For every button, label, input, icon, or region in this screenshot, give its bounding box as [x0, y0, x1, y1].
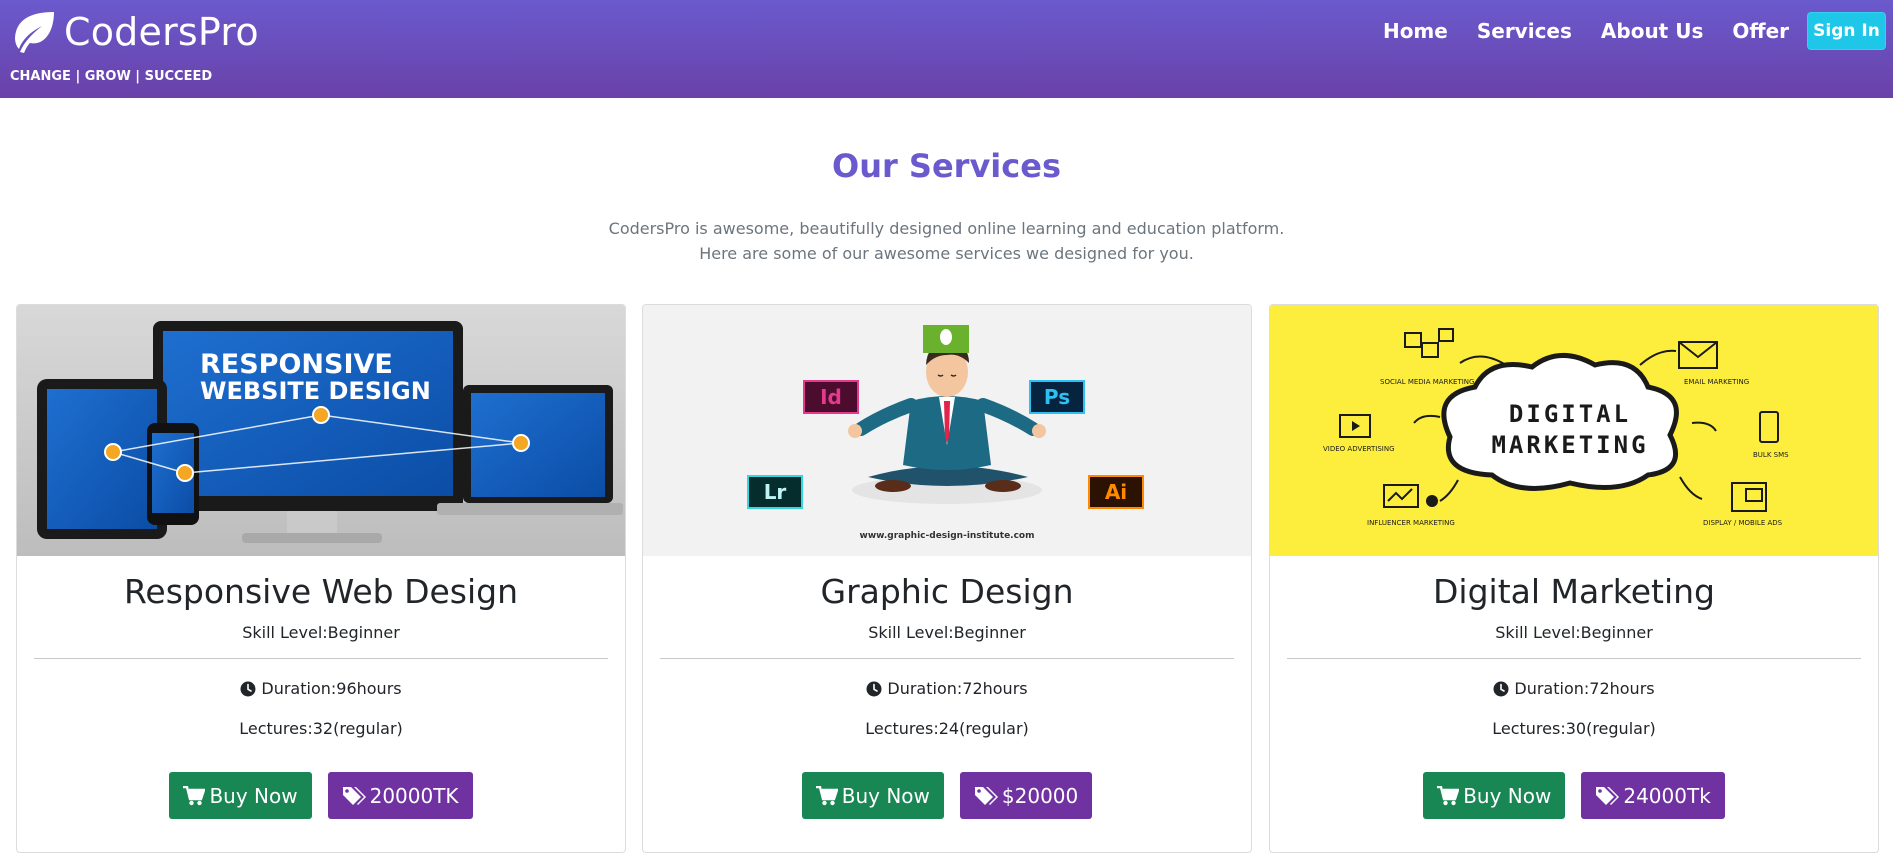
- graphic-design-illustration: Id Ps Lr Ai www.graphic-design-institute…: [643, 305, 1251, 556]
- buy-now-button[interactable]: Buy Now: [1423, 772, 1566, 819]
- skill-level: Skill Level:Beginner: [1495, 623, 1653, 642]
- lectures-text: Lectures:24(regular): [865, 719, 1029, 738]
- site-header: CodersPro CHANGE | GROW | SUCCEED Home S…: [0, 0, 1893, 98]
- duration-row: Duration:96hours: [17, 679, 625, 698]
- card-divider: [34, 658, 608, 659]
- tags-icon: [342, 786, 366, 805]
- headline-line-1: RESPONSIVE: [200, 349, 393, 380]
- buy-now-label: Buy Now: [1463, 783, 1552, 808]
- cloud-line-1: DIGITAL: [1509, 400, 1631, 428]
- card-title: Responsive Web Design: [123, 572, 519, 611]
- clock-icon: [1493, 681, 1509, 696]
- price-label: 20000TK: [369, 783, 459, 808]
- label-display-ads: DISPLAY / MOBILE ADS: [1703, 519, 1783, 527]
- skill-level: Skill Level:Beginner: [242, 623, 400, 642]
- card-actions: Buy Now $20000: [643, 772, 1251, 819]
- headline-line-2: WEBSITE DESIGN: [200, 377, 431, 405]
- main-nav: Home Services About Us Offer Sign In: [1383, 12, 1886, 50]
- section-title: Our Services: [832, 147, 1061, 185]
- service-card-graphic-design: Id Ps Lr Ai www.graphic-design-institute…: [642, 304, 1252, 853]
- digital-marketing-illustration: DIGITAL MARKETING SOCIAL MEDIA MARKETING…: [1270, 305, 1878, 556]
- duration-text: Duration:96hours: [261, 679, 402, 698]
- service-card-digital-marketing: DIGITAL MARKETING SOCIAL MEDIA MARKETING…: [1269, 304, 1879, 853]
- brand-logo[interactable]: CodersPro: [10, 10, 259, 54]
- card-image-graphic: Id Ps Lr Ai www.graphic-design-institute…: [643, 305, 1251, 556]
- label-bulk-sms: BULK SMS: [1753, 451, 1789, 459]
- badge-ps: Ps: [1044, 385, 1070, 409]
- buy-now-button[interactable]: Buy Now: [801, 772, 944, 819]
- skill-level: Skill Level:Beginner: [868, 623, 1026, 642]
- section-description: CodersPro is awesome, beautifully design…: [0, 216, 1893, 266]
- price-label: $20000: [1001, 783, 1079, 808]
- tagline: CHANGE | GROW | SUCCEED: [10, 69, 213, 84]
- label-email: EMAIL MARKETING: [1684, 378, 1749, 386]
- nav-offer[interactable]: Offer: [1732, 19, 1789, 43]
- lectures-text: Lectures:32(regular): [239, 719, 403, 738]
- section-description-line-2: Here are some of our awesome services we…: [699, 244, 1194, 263]
- tags-icon: [974, 786, 998, 805]
- service-card-responsive-web-design: RESPONSIVE WEBSITE DESIGN Responsive Web…: [16, 304, 626, 853]
- cart-icon: [815, 785, 838, 805]
- nav-about-us[interactable]: About Us: [1601, 19, 1703, 43]
- leaf-icon: [15, 12, 54, 53]
- card-title: Digital Marketing: [1433, 572, 1715, 611]
- badge-lr: Lr: [764, 480, 787, 504]
- nav-services[interactable]: Services: [1477, 19, 1572, 43]
- brand-name: CodersPro: [64, 10, 259, 54]
- price-label: 24000Tk: [1623, 783, 1711, 808]
- cart-icon: [183, 785, 206, 805]
- price-button[interactable]: $20000: [959, 772, 1093, 819]
- card-image-marketing: DIGITAL MARKETING SOCIAL MEDIA MARKETING…: [1270, 305, 1878, 556]
- sign-in-button[interactable]: Sign In: [1807, 12, 1886, 50]
- cloud-line-2: MARKETING: [1491, 431, 1648, 459]
- cart-icon: [1437, 785, 1460, 805]
- card-title: Graphic Design: [820, 572, 1074, 611]
- badge-ai: Ai: [1105, 480, 1127, 504]
- clock-icon: [866, 681, 882, 696]
- duration-row: Duration:72hours: [1270, 679, 1878, 698]
- buy-now-label: Buy Now: [209, 783, 298, 808]
- duration-row: Duration:72hours: [643, 679, 1251, 698]
- nav-home[interactable]: Home: [1383, 19, 1448, 43]
- buy-now-label: Buy Now: [841, 783, 930, 808]
- card-divider: [1287, 658, 1861, 659]
- badge-id: Id: [820, 385, 842, 409]
- clock-icon: [240, 681, 256, 696]
- card-actions: Buy Now 20000TK: [17, 772, 625, 819]
- tags-icon: [1596, 786, 1620, 805]
- responsive-devices-illustration: RESPONSIVE WEBSITE DESIGN: [17, 305, 625, 556]
- label-influencer: INFLUENCER MARKETING: [1367, 519, 1455, 527]
- price-button[interactable]: 20000TK: [327, 772, 473, 819]
- image-url-caption: www.graphic-design-institute.com: [860, 531, 1035, 541]
- section-description-line-1: CodersPro is awesome, beautifully design…: [608, 219, 1285, 238]
- card-divider: [660, 658, 1234, 659]
- duration-text: Duration:72hours: [1514, 679, 1655, 698]
- card-actions: Buy Now 24000Tk: [1270, 772, 1878, 819]
- price-button[interactable]: 24000Tk: [1581, 772, 1725, 819]
- label-video-advertising: VIDEO ADVERTISING: [1323, 445, 1395, 453]
- lectures-text: Lectures:30(regular): [1492, 719, 1656, 738]
- buy-now-button[interactable]: Buy Now: [169, 772, 312, 819]
- card-image-responsive: RESPONSIVE WEBSITE DESIGN: [17, 305, 625, 556]
- label-social-media: SOCIAL MEDIA MARKETING: [1380, 378, 1474, 386]
- duration-text: Duration:72hours: [887, 679, 1028, 698]
